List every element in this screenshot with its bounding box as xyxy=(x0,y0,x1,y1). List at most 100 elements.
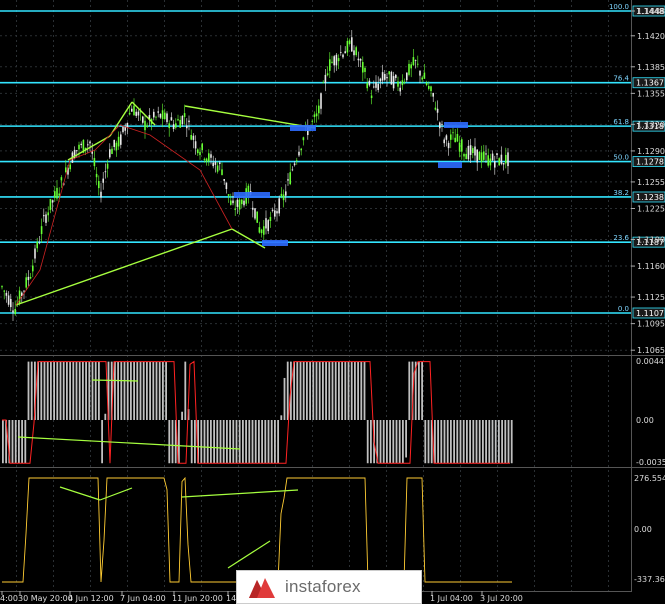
candle-body xyxy=(27,276,30,281)
price-tick-label: 1.1125 xyxy=(637,293,665,302)
candle-body xyxy=(465,153,467,160)
macd-histogram-bar xyxy=(504,420,507,464)
candle-body xyxy=(192,135,195,140)
cci-panel xyxy=(2,476,512,583)
candle-body xyxy=(485,153,487,155)
candle-body xyxy=(381,72,384,81)
candle-body xyxy=(298,151,300,156)
candle-body xyxy=(450,134,452,140)
candle-body xyxy=(181,115,184,125)
candle-body xyxy=(230,200,232,205)
candle-body xyxy=(276,211,278,214)
highlight-zone xyxy=(438,162,462,168)
candle-body xyxy=(474,146,476,156)
macd-histogram-bar xyxy=(472,420,475,464)
macd-histogram-bar xyxy=(402,420,404,464)
candle-body xyxy=(392,76,395,89)
macd-histogram-bar xyxy=(226,420,228,464)
macd-histogram-bar xyxy=(149,361,151,420)
candle-body xyxy=(401,80,404,86)
fib-price-label: 1.1367 xyxy=(636,79,664,88)
macd-histogram-bar xyxy=(94,361,97,420)
candle-body xyxy=(155,116,157,118)
fibonacci-levels: 100.0 1.144876.4 1.136761.8 1.131850.0 1.127… xyxy=(0,3,665,319)
forex-chart[interactable]: 100.0 1.144876.4 1.136761.8 1.131850.0 1.127… xyxy=(0,0,665,604)
candle-body xyxy=(494,161,496,168)
candle-body xyxy=(18,290,21,304)
time-tick-label: 3 Jul 20:00 xyxy=(480,594,523,603)
macd-histogram-bar xyxy=(277,420,279,464)
macd-histogram-bar xyxy=(258,420,260,464)
macd-histogram-bar xyxy=(469,420,471,464)
candle-body xyxy=(175,123,177,128)
candle-body xyxy=(357,58,360,61)
candle-body xyxy=(10,298,12,308)
candle-body xyxy=(271,209,274,211)
macd-histogram-bar xyxy=(158,361,161,420)
macd-histogram-bar xyxy=(440,420,443,464)
candle-body xyxy=(153,111,155,118)
price-tick-label: 1.1065 xyxy=(637,346,665,355)
candle-body xyxy=(87,144,89,146)
macd-histogram-bar xyxy=(366,420,369,464)
candle-body xyxy=(65,167,67,173)
candle-body xyxy=(144,120,146,131)
candle-body xyxy=(177,119,179,121)
price-tick-label: 1.1420 xyxy=(637,32,665,41)
candle-body xyxy=(122,126,124,133)
macd-histogram-bar xyxy=(219,420,222,464)
candle-body xyxy=(131,108,133,112)
macd-histogram-bar xyxy=(482,420,484,464)
macd-histogram-bar xyxy=(53,361,55,420)
macd-histogram-bar xyxy=(322,361,324,420)
macd-histogram-bar xyxy=(165,361,167,420)
candle-body xyxy=(159,113,162,118)
macd-histogram-bar xyxy=(18,420,20,464)
candle-body xyxy=(278,198,280,214)
macd-histogram-bar xyxy=(91,361,94,420)
macd-histogram-bar xyxy=(235,420,238,464)
highlight-zone xyxy=(444,122,468,128)
candle-body xyxy=(54,191,56,198)
macd-histogram-bar xyxy=(450,420,452,464)
macd-histogram-bar xyxy=(421,361,423,420)
macd-histogram-bar xyxy=(222,420,225,464)
candle-body xyxy=(170,117,173,121)
candle-body xyxy=(318,105,320,114)
macd-histogram-bar xyxy=(56,361,59,420)
macd-histogram-bar xyxy=(325,361,327,420)
candle-body xyxy=(326,73,329,76)
macd-histogram-bar xyxy=(408,361,411,420)
candle-body xyxy=(186,125,188,129)
macd-histogram-bar xyxy=(203,420,206,464)
macd-histogram-bar xyxy=(437,420,439,464)
candle-body xyxy=(32,265,34,272)
instaforex-logo-icon xyxy=(249,578,275,598)
candle-body xyxy=(5,292,8,296)
highlight-zone xyxy=(290,125,316,131)
macd-histogram-bar xyxy=(123,361,126,420)
candle-body xyxy=(205,158,208,162)
cci-trend-line xyxy=(59,486,101,501)
macd-histogram-bar xyxy=(120,361,123,420)
candle-body xyxy=(69,164,71,170)
candle-body xyxy=(324,74,327,83)
candle-body xyxy=(340,52,342,53)
macd-histogram-bar xyxy=(389,420,391,464)
candle-body xyxy=(124,126,126,131)
candle-body xyxy=(100,191,102,198)
candle-body xyxy=(472,148,474,154)
macd-histogram-bar xyxy=(507,420,510,464)
candle-body xyxy=(370,95,373,99)
macd-histogram-bar xyxy=(456,420,459,464)
macd-histogram-bar xyxy=(318,361,321,420)
candle-body xyxy=(95,173,98,178)
candle-body xyxy=(212,162,214,167)
candle-body xyxy=(109,149,111,158)
candle-body xyxy=(113,139,115,147)
candle-body xyxy=(434,107,437,110)
macd-histogram-bar xyxy=(386,420,388,464)
candle-body xyxy=(373,86,375,88)
time-tick-label: 4:00 xyxy=(0,594,18,603)
macd-histogram-bar xyxy=(306,361,308,420)
